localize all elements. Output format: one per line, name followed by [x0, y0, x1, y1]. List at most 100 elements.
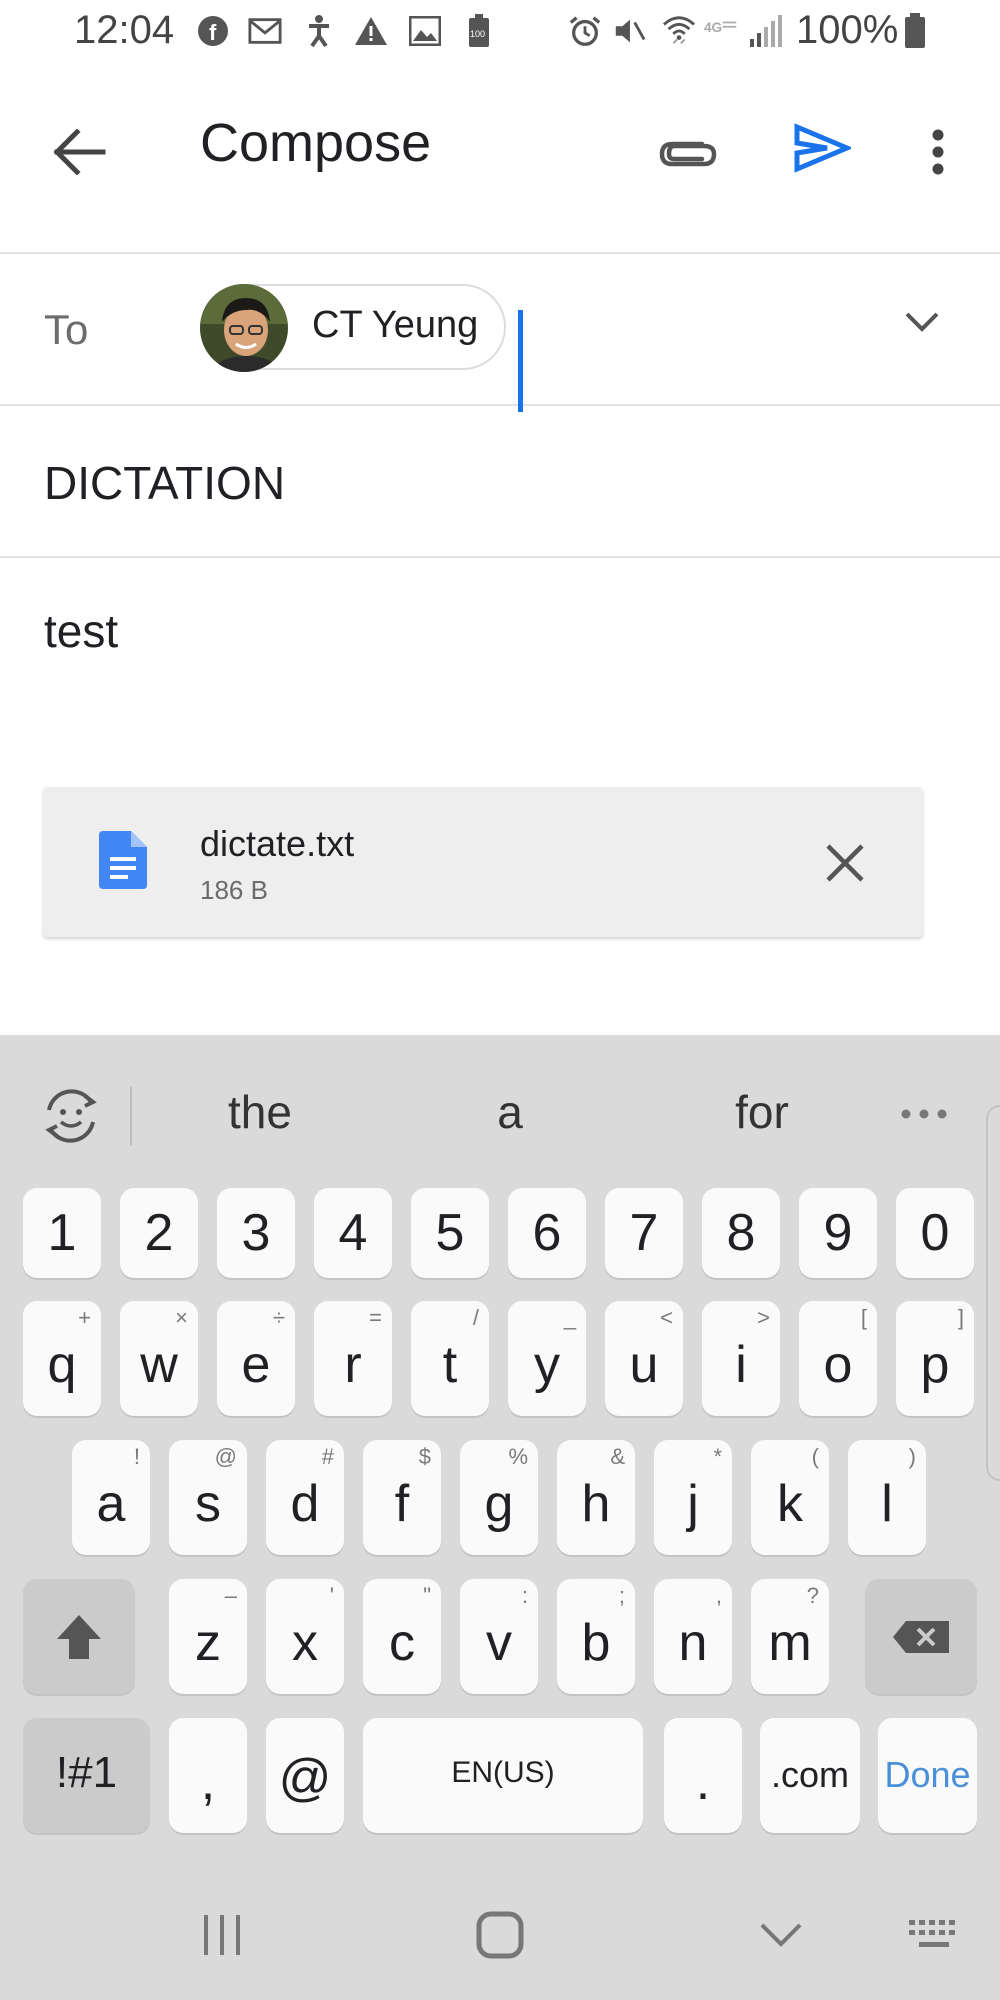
- status-time: 12:04: [74, 8, 175, 52]
- message-body[interactable]: test: [44, 604, 118, 658]
- key-r[interactable]: = r: [314, 1301, 392, 1416]
- divider: [130, 1087, 132, 1145]
- back-button[interactable]: [44, 116, 116, 188]
- chevron-down-icon: [905, 312, 939, 332]
- key-d[interactable]: # d: [266, 1440, 344, 1555]
- key-y[interactable]: _ y: [508, 1301, 586, 1416]
- key-h[interactable]: & h: [557, 1440, 635, 1555]
- svg-text:4G: 4G: [704, 20, 722, 35]
- key-a[interactable]: ! a: [72, 1440, 150, 1555]
- backspace-key[interactable]: [865, 1579, 977, 1694]
- key-4[interactable]: 4: [314, 1188, 392, 1278]
- status-bar: 12:04 f 100 4G 100%: [0, 0, 1000, 64]
- alert-icon: [354, 14, 388, 48]
- to-field-row: To CT Yeung: [0, 254, 1000, 412]
- key-b[interactable]: ; b: [557, 1579, 635, 1694]
- accessibility-icon: [302, 14, 336, 48]
- key-6[interactable]: 6: [508, 1188, 586, 1278]
- remove-attachment-button[interactable]: [815, 833, 875, 893]
- emoji-toggle-button[interactable]: [40, 1085, 102, 1147]
- key-l[interactable]: ) l: [848, 1440, 926, 1555]
- key-j[interactable]: * j: [654, 1440, 732, 1555]
- suggestion-bar: the a for: [0, 1035, 1000, 1481]
- keyboard-icon: [909, 1920, 955, 1947]
- suggestion-1[interactable]: the: [205, 1085, 315, 1139]
- key-i[interactable]: > i: [702, 1301, 780, 1416]
- at-key[interactable]: @: [266, 1718, 344, 1833]
- dotcom-key[interactable]: .com: [760, 1718, 860, 1833]
- suggestion-2[interactable]: a: [455, 1085, 565, 1139]
- keyboard-switch-button[interactable]: [900, 1904, 970, 1966]
- recents-button[interactable]: [187, 1904, 257, 1966]
- key-o[interactable]: [o: [799, 1301, 877, 1416]
- page-title: Compose: [200, 113, 432, 173]
- recents-icon: [204, 1915, 240, 1955]
- key-3[interactable]: 3: [217, 1188, 295, 1278]
- done-key[interactable]: Done: [878, 1718, 977, 1833]
- more-suggestions-button[interactable]: [896, 1099, 952, 1129]
- chevron-down-icon: [760, 1923, 802, 1947]
- more-vert-icon: [932, 129, 944, 175]
- recipient-chip[interactable]: CT Yeung: [200, 284, 506, 372]
- battery-saver-icon: 100: [462, 14, 496, 48]
- key-q[interactable]: + q: [23, 1301, 101, 1416]
- emoji-cycle-icon: [45, 1089, 97, 1143]
- attachment-name: dictate.txt: [200, 823, 355, 864]
- key-9[interactable]: 9: [799, 1188, 877, 1278]
- 4g-lte-icon: 4G: [704, 14, 738, 48]
- attachment-card[interactable]: dictate.txt 186 B: [43, 787, 923, 937]
- keyboard-scroll-handle[interactable]: [986, 1105, 1000, 1481]
- image-icon: [408, 14, 442, 48]
- key-s[interactable]: @ s: [169, 1440, 247, 1555]
- key-c[interactable]: " c: [363, 1579, 441, 1694]
- backspace-icon: [893, 1620, 949, 1653]
- key-1[interactable]: 1: [23, 1188, 101, 1278]
- signal-icon: [748, 14, 782, 48]
- symbols-key[interactable]: !#1: [23, 1718, 150, 1833]
- svg-text:f: f: [209, 20, 217, 45]
- suggestion-3[interactable]: for: [707, 1085, 817, 1139]
- facebook-icon: f: [196, 14, 230, 48]
- expand-recipients-button[interactable]: [894, 294, 950, 350]
- attach-button[interactable]: [650, 114, 726, 190]
- key-w[interactable]: × w: [120, 1301, 198, 1416]
- text-cursor: [518, 310, 523, 412]
- comma-key[interactable]: ,: [169, 1718, 247, 1833]
- home-button[interactable]: [465, 1904, 535, 1966]
- to-label: To: [44, 306, 89, 353]
- recipient-name: CT Yeung: [312, 304, 479, 346]
- key-t[interactable]: / t: [411, 1301, 489, 1416]
- key-7[interactable]: 7: [605, 1188, 683, 1278]
- battery-icon: [898, 13, 932, 48]
- shift-key[interactable]: [23, 1579, 135, 1694]
- key-2[interactable]: 2: [120, 1188, 198, 1278]
- more-options-button[interactable]: [906, 114, 970, 190]
- document-icon: [99, 831, 147, 889]
- key-p[interactable]: ] p: [896, 1301, 974, 1416]
- shift-icon: [57, 1614, 101, 1659]
- key-5[interactable]: 5: [411, 1188, 489, 1278]
- key-g[interactable]: % g: [460, 1440, 538, 1555]
- key-0[interactable]: 0: [896, 1188, 974, 1278]
- key-e[interactable]: ÷ e: [217, 1301, 295, 1416]
- key-k[interactable]: (k: [751, 1440, 829, 1555]
- send-icon: [794, 123, 851, 173]
- key-u[interactable]: < u: [605, 1301, 683, 1416]
- home-icon: [476, 1911, 524, 1959]
- space-key[interactable]: EN(US): [363, 1718, 643, 1833]
- close-icon: [826, 844, 864, 882]
- subject-field[interactable]: DICTATION: [0, 406, 1000, 558]
- key-n[interactable]: ,n: [654, 1579, 732, 1694]
- hide-keyboard-button[interactable]: [746, 1904, 816, 1966]
- key-v[interactable]: :v: [460, 1579, 538, 1694]
- key-x[interactable]: ' x: [266, 1579, 344, 1694]
- key-8[interactable]: 8: [702, 1188, 780, 1278]
- key-z[interactable]: – z: [169, 1579, 247, 1694]
- avatar: [200, 284, 288, 372]
- key-f[interactable]: $ f: [363, 1440, 441, 1555]
- period-key[interactable]: .: [664, 1718, 742, 1833]
- attachment-size: 186 B: [200, 875, 268, 905]
- send-button[interactable]: [784, 110, 860, 186]
- key-m[interactable]: ? m: [751, 1579, 829, 1694]
- arrow-back-icon: [53, 129, 106, 175]
